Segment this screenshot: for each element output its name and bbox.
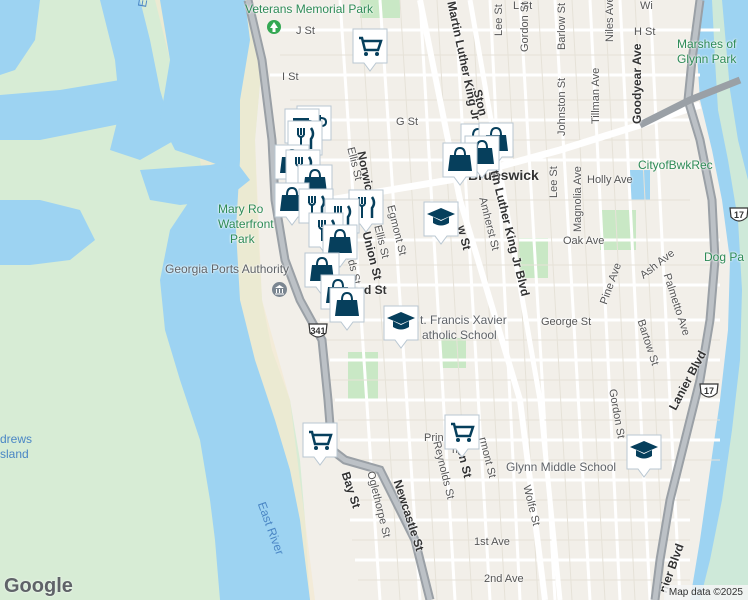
street-label-d: d St (364, 283, 387, 297)
st-francis-label-2: atholic School (422, 328, 497, 342)
us-17-shield-north: 17 (728, 207, 748, 225)
ports-authority-label: Georgia Ports Authority (165, 262, 290, 276)
street-label-lee-top: Lee St (493, 4, 505, 36)
us-17-shield-south: 17 (698, 383, 720, 401)
map-attribution[interactable]: Map data ©2025 (663, 585, 748, 600)
andrews-island-label-1: drews (0, 432, 33, 446)
dog-park-label: Dog Pa (704, 250, 745, 264)
map-canvas[interactable]: Veterans Memorial Park Marshes of Glynn … (0, 0, 748, 600)
street-label-prince: Prin (424, 432, 444, 444)
street-label-george: George St (541, 316, 592, 328)
street-label-niles: Niles Ave (604, 0, 616, 42)
street-label-johnston: Johnston St (556, 77, 568, 136)
tree-icon (267, 20, 281, 34)
street-label-oak: Oak Ave (563, 235, 605, 247)
map-marker-graduation-cap[interactable] (381, 303, 421, 351)
map-marker-shopping-cart[interactable] (442, 412, 482, 460)
street-label-i: I St (282, 71, 299, 83)
mary-ross-label-3: Park (230, 232, 255, 246)
map-marker-graduation-cap[interactable] (421, 199, 461, 247)
street-label-1st-ave: 1st Ave (474, 536, 510, 548)
mary-ross-label-1: Mary Ro (218, 202, 264, 216)
street-label-tillman: Tillman Ave (590, 67, 602, 124)
st-francis-label-1: t. Francis Xavier (420, 313, 507, 327)
marshes-label-2: Glynn Park (677, 52, 737, 66)
street-label-h: H St (634, 26, 656, 38)
veterans-park-label: Veterans Memorial Park (245, 2, 374, 16)
street-label-j: J St (296, 25, 315, 37)
map-marker-shopping-cart[interactable] (300, 420, 340, 468)
street-label-2nd-ave: 2nd Ave (484, 573, 524, 585)
street-label-magnolia: Magnolia Ave (572, 166, 584, 232)
mary-ross-label-2: Waterfront (218, 217, 274, 231)
street-label-barlow: Barlow St (556, 2, 568, 50)
street-label-holly: Holly Ave (587, 174, 633, 186)
google-logo: Google (4, 575, 73, 597)
street-label-g: G St (396, 116, 419, 128)
map-marker-shopping-bag[interactable] (327, 285, 367, 333)
street-label-goodyear: Goodyear Ave (630, 43, 644, 124)
street-label-wi: Wi (640, 0, 653, 12)
glynn-middle-label: Glynn Middle School (506, 460, 617, 474)
map-marker-shopping-cart[interactable] (350, 26, 390, 74)
map-marker-shopping-bag[interactable] (440, 140, 480, 188)
park-square (440, 338, 466, 368)
street-label-gordon-top: Gordon St (519, 1, 531, 52)
cityofbwkrec-label: CityofBwkRec (638, 158, 713, 172)
museum-icon (272, 282, 287, 297)
pool (630, 170, 650, 200)
map-marker-graduation-cap[interactable] (624, 432, 664, 480)
marshes-label-1: Marshes of (677, 37, 737, 51)
us-341-shield: 341 (308, 323, 328, 338)
street-label-lee: Lee St (548, 166, 560, 198)
andrews-island-label-2: sland (0, 447, 29, 461)
